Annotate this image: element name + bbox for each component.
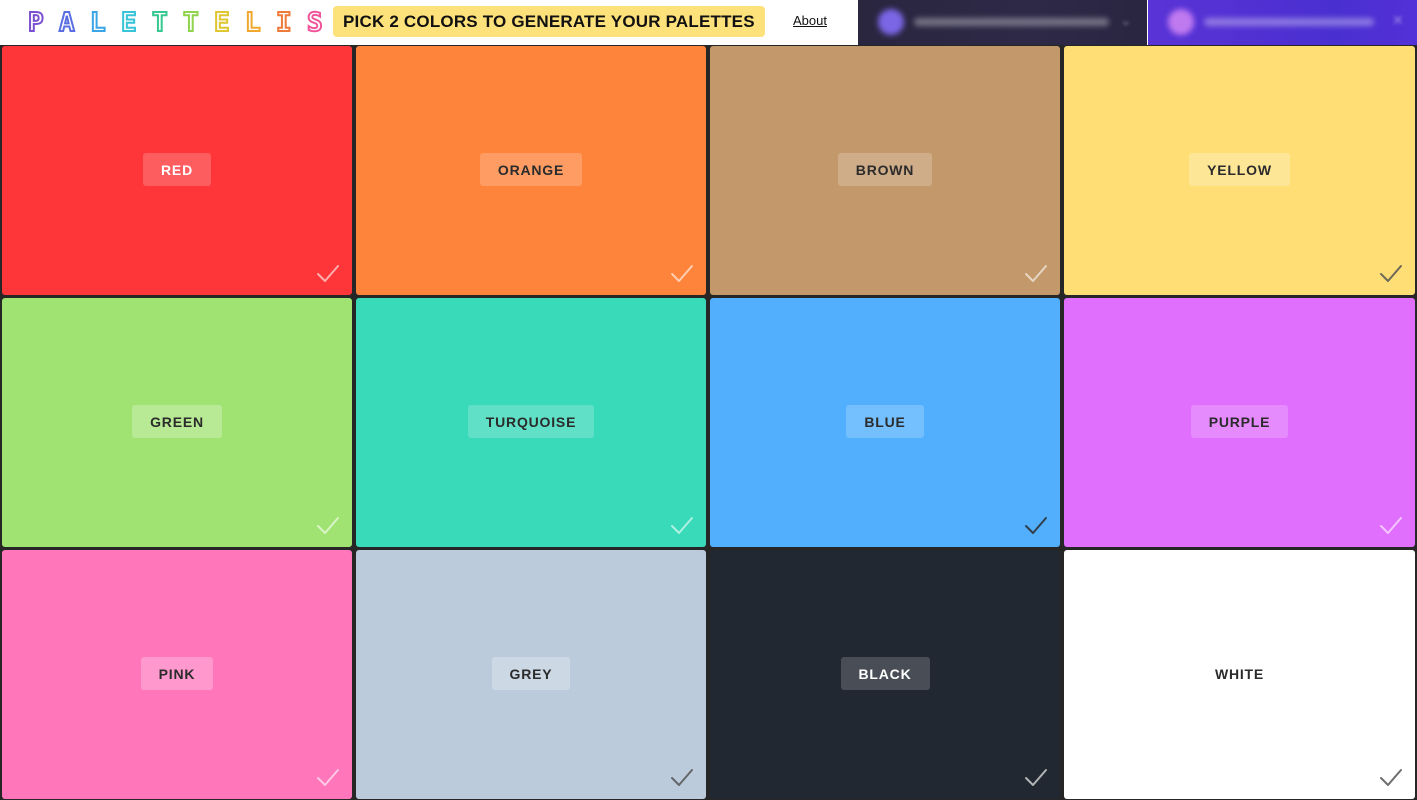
ad-banner-right[interactable]: ✕ [1148, 0, 1417, 45]
checkmark-icon [671, 265, 693, 282]
logo-letter: I [275, 7, 293, 39]
ad-icon [878, 9, 904, 35]
color-tile-grey[interactable]: GREY [356, 550, 706, 799]
color-tile-pink[interactable]: PINK [2, 550, 352, 799]
color-label: BROWN [837, 153, 933, 186]
close-icon: ✕ [1392, 12, 1404, 28]
color-tile-yellow[interactable]: YELLOW [1064, 46, 1415, 295]
logo-letter: E [213, 7, 231, 39]
color-tile-red[interactable]: RED [2, 46, 352, 295]
color-tile-white[interactable]: WHITE [1064, 550, 1415, 799]
chevron-down-icon: ⌄ [1120, 12, 1132, 28]
ad-icon [1168, 9, 1194, 35]
checkmark-icon [1025, 265, 1047, 282]
checkmark-icon [1380, 517, 1402, 534]
about-link[interactable]: About [793, 13, 827, 28]
color-label: BLUE [846, 405, 924, 438]
color-label: PURPLE [1190, 405, 1289, 438]
checkmark-icon [671, 517, 693, 534]
color-label: GREY [491, 657, 571, 690]
checkmark-icon [671, 769, 693, 786]
logo-letter: T [182, 7, 200, 39]
palettelist-logo[interactable]: PALETTELIST [27, 7, 369, 39]
logo-letter: L [89, 7, 107, 39]
color-tile-blue[interactable]: BLUE [710, 298, 1060, 547]
color-label: YELLOW [1189, 153, 1290, 186]
color-tile-green[interactable]: GREEN [2, 298, 352, 547]
checkmark-icon [317, 517, 339, 534]
color-label: TURQUOISE [467, 405, 595, 438]
header-bar: PALETTELIST PICK 2 COLORS TO GENERATE YO… [0, 0, 1417, 45]
tagline-banner: PICK 2 COLORS TO GENERATE YOUR PALETTES [333, 6, 765, 37]
ad-text-blurred [914, 18, 1109, 26]
color-tile-purple[interactable]: PURPLE [1064, 298, 1415, 547]
color-label: WHITE [1214, 665, 1265, 682]
color-tile-black[interactable]: BLACK [710, 550, 1060, 799]
logo-letter: P [27, 7, 45, 39]
color-grid: RED ORANGE BROWN YELLOW GREEN TURQUOISE BLUE PU… [2, 46, 1415, 799]
ad-banner-left[interactable]: ⌄ [858, 0, 1147, 45]
color-tile-brown[interactable]: BROWN [710, 46, 1060, 295]
checkmark-icon [317, 769, 339, 786]
logo-letter: E [120, 7, 138, 39]
checkmark-icon [1380, 769, 1402, 786]
logo-letter: L [244, 7, 262, 39]
checkmark-icon [1025, 517, 1047, 534]
checkmark-icon [317, 265, 339, 282]
logo-letter: T [151, 7, 169, 39]
color-tile-turquoise[interactable]: TURQUOISE [356, 298, 706, 547]
color-label: ORANGE [479, 153, 583, 186]
color-label: GREEN [132, 405, 222, 438]
logo-letter: A [58, 7, 76, 39]
color-label: RED [143, 153, 211, 186]
checkmark-icon [1025, 769, 1047, 786]
ad-text-blurred [1204, 18, 1374, 26]
color-label: PINK [140, 657, 214, 690]
color-tile-orange[interactable]: ORANGE [356, 46, 706, 295]
color-label: BLACK [840, 657, 930, 690]
checkmark-icon [1380, 265, 1402, 282]
